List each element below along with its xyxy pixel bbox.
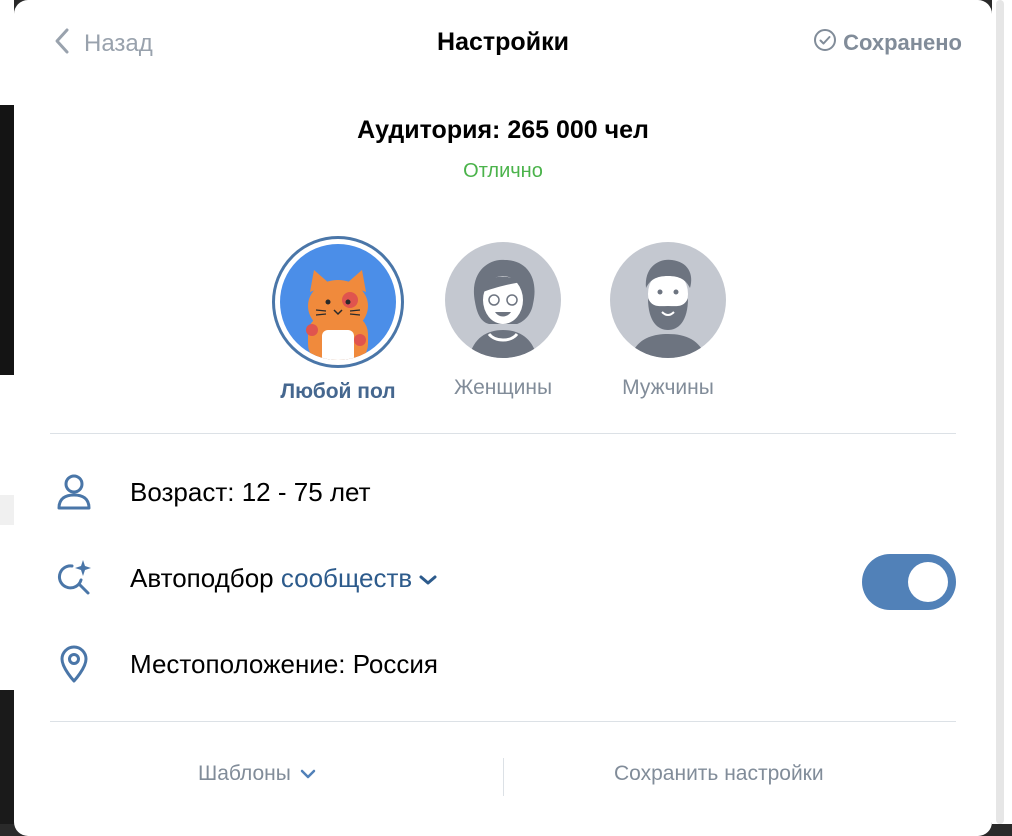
save-settings-button[interactable]: Сохранить настройки	[614, 762, 824, 786]
save-settings-label: Сохранить настройки	[614, 762, 824, 785]
scrollbar-track	[996, 0, 1004, 824]
cat-avatar-icon	[280, 244, 396, 360]
audience-quality: Отлично	[463, 160, 543, 182]
woman-avatar-icon	[445, 242, 561, 358]
saved-label: Сохранено	[843, 30, 962, 55]
gender-label: Мужчины	[622, 376, 714, 399]
location-label: Местоположение: Россия	[130, 648, 438, 679]
gender-label: Женщины	[453, 376, 553, 399]
settings-modal: Назад Настройки Сохранено Аудитория: 265…	[14, 0, 992, 836]
divider	[50, 433, 956, 434]
gender-option-men[interactable]: Мужчины	[588, 236, 748, 400]
modal-footer: Шаблоны Сохранить настройки	[14, 740, 992, 812]
auto-communities-toggle[interactable]	[862, 554, 956, 610]
background-block	[0, 105, 14, 375]
background-block	[0, 495, 14, 525]
location-setting[interactable]: Местоположение: Россия	[50, 634, 956, 694]
auto-label: Автоподбор	[130, 562, 274, 593]
gender-label: Любой пол	[280, 380, 396, 403]
background-scrollbar	[992, 0, 1012, 824]
audience-size: Аудитория: 265 000 чел	[357, 116, 649, 144]
avatar-ring	[272, 236, 404, 368]
avatar-ring	[604, 236, 732, 364]
background-block	[0, 690, 14, 824]
auto-communities-setting: Автоподбор сообществ	[50, 548, 956, 610]
divider	[50, 721, 956, 722]
saved-status: Сохранено	[813, 28, 962, 58]
age-label: Возраст: 12 - 75 лет	[130, 476, 371, 507]
background-app-left	[0, 0, 14, 824]
check-circle-icon	[813, 28, 837, 58]
communities-link-label: сообществ	[280, 562, 413, 593]
footer-separator	[503, 758, 504, 796]
gender-option-women[interactable]: Женщины	[423, 236, 583, 400]
modal-header: Назад Настройки Сохранено	[14, 0, 992, 88]
location-pin-icon	[50, 640, 98, 688]
templates-label: Шаблоны	[198, 762, 291, 785]
man-avatar-icon	[610, 242, 726, 358]
communities-dropdown[interactable]: сообществ	[281, 563, 438, 593]
chevron-down-icon	[300, 769, 316, 779]
avatar-ring	[439, 236, 567, 364]
chevron-down-icon	[419, 575, 437, 585]
templates-button[interactable]: Шаблоны	[198, 762, 317, 786]
age-setting[interactable]: Возраст: 12 - 75 лет	[50, 462, 956, 522]
magic-search-icon	[50, 554, 98, 602]
gender-option-any[interactable]: Любой пол	[258, 236, 418, 404]
user-icon	[50, 468, 98, 516]
toggle-knob	[908, 562, 948, 602]
